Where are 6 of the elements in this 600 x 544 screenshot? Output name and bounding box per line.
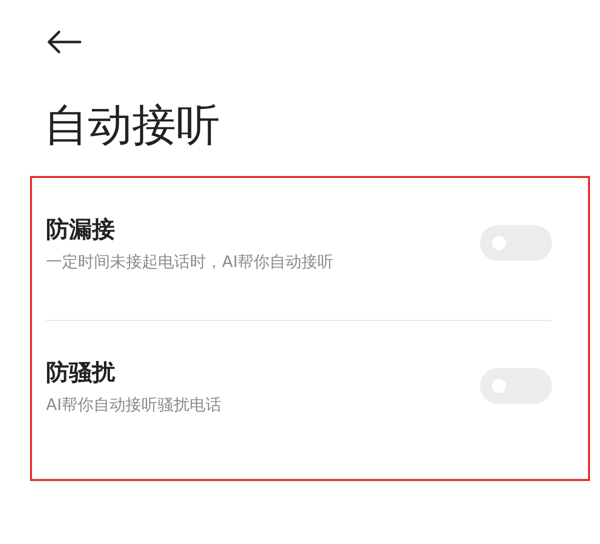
- back-arrow-icon[interactable]: [46, 30, 82, 54]
- page-title: 自动接听: [44, 99, 221, 153]
- setting-description: 一定时间未接起电话时，AI帮你自动接听: [46, 252, 334, 272]
- setting-title: 防漏接: [46, 216, 116, 244]
- setting-description: AI帮你自动接听骚扰电话: [46, 394, 222, 416]
- setting-title: 防骚扰: [46, 358, 116, 388]
